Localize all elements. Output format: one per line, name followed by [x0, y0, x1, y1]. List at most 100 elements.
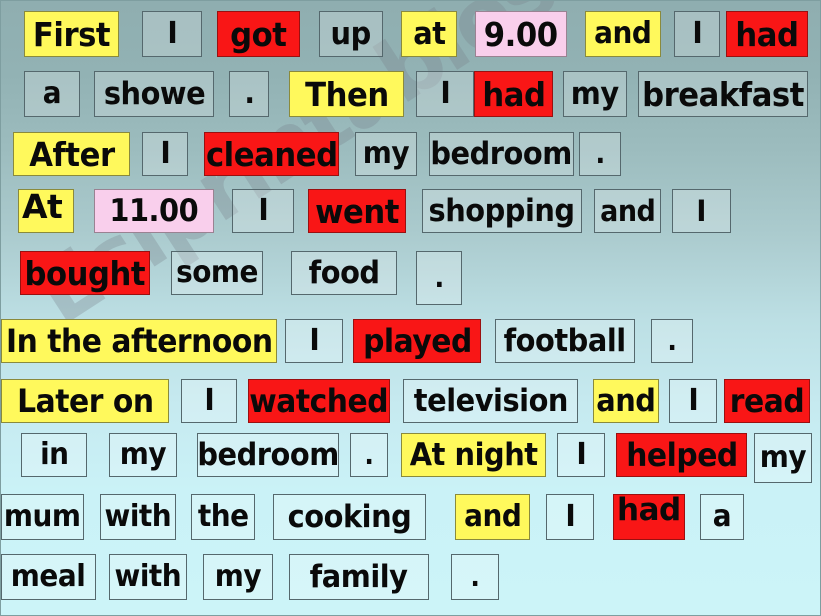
word-card[interactable]: I	[232, 189, 294, 233]
word-card[interactable]: and	[594, 189, 661, 233]
word-card-label: I	[576, 437, 586, 472]
word-card-label: a	[42, 76, 62, 111]
word-card[interactable]: breakfast	[638, 71, 808, 117]
word-card-label: watched	[249, 382, 389, 420]
word-card[interactable]: went	[308, 189, 406, 233]
word-card[interactable]: 11.00	[94, 189, 214, 233]
word-card-label: bedroom	[197, 436, 339, 473]
word-card[interactable]: got	[217, 11, 300, 57]
word-card-label: in	[39, 437, 69, 472]
word-card[interactable]: I	[285, 319, 343, 363]
word-card[interactable]: .	[451, 554, 499, 600]
word-card-label: .	[243, 76, 255, 111]
word-card[interactable]: and	[455, 494, 530, 540]
word-card-label: got	[230, 14, 287, 54]
word-card[interactable]: at	[401, 11, 457, 57]
word-card[interactable]: I	[546, 494, 594, 540]
word-card[interactable]: mum	[1, 494, 84, 540]
word-card-label: I	[204, 383, 214, 418]
word-card[interactable]: shopping	[422, 189, 582, 233]
word-card-label: and	[594, 16, 652, 51]
word-card[interactable]: my	[355, 132, 417, 176]
word-card-label: cooking	[287, 498, 412, 535]
word-card[interactable]: Later on	[1, 379, 169, 423]
word-card[interactable]: with	[109, 554, 187, 600]
word-card-label: and	[599, 193, 656, 228]
word-card-label: I	[160, 136, 170, 171]
word-card[interactable]: cooking	[273, 494, 426, 540]
word-card[interactable]: At night	[401, 433, 546, 477]
word-card-label: had	[735, 14, 799, 54]
word-card-label: family	[310, 558, 408, 595]
word-card[interactable]: with	[100, 494, 176, 540]
word-card-label: up	[330, 15, 372, 52]
word-card[interactable]: .	[350, 433, 388, 477]
word-card[interactable]: television	[403, 379, 578, 423]
word-card[interactable]: I	[142, 132, 188, 176]
word-card-label: football	[503, 322, 627, 359]
word-card[interactable]: my	[203, 554, 273, 600]
word-card[interactable]: bedroom	[197, 433, 339, 477]
word-card-label: my	[362, 136, 410, 171]
word-card[interactable]: my	[109, 433, 177, 477]
word-card[interactable]: my	[563, 71, 627, 117]
word-card[interactable]: I	[669, 379, 717, 423]
word-card[interactable]: and	[593, 379, 659, 423]
word-card-label: .	[364, 439, 374, 471]
word-card-label: Then	[304, 74, 389, 114]
word-card[interactable]: At	[18, 189, 74, 233]
word-card[interactable]: I	[672, 189, 731, 233]
word-card[interactable]: I	[142, 11, 202, 57]
word-card[interactable]: up	[319, 11, 383, 57]
word-card[interactable]: .	[651, 319, 693, 363]
word-card-label: went	[315, 191, 399, 231]
word-card[interactable]: I	[181, 379, 237, 423]
word-card[interactable]: bedroom	[429, 132, 574, 176]
word-card[interactable]: I	[557, 433, 605, 477]
word-card-label: shopping	[428, 192, 576, 229]
word-card[interactable]: had	[474, 71, 553, 117]
word-card[interactable]: After	[13, 132, 130, 176]
word-card[interactable]: First	[24, 11, 119, 57]
word-card[interactable]: and	[585, 11, 661, 57]
word-card[interactable]: meal	[1, 554, 96, 600]
word-card[interactable]: 9.00	[475, 11, 567, 57]
word-card[interactable]: my	[754, 433, 812, 483]
word-card[interactable]: watched	[248, 379, 390, 423]
word-card[interactable]: Then	[289, 71, 404, 117]
word-card-label: I	[167, 16, 177, 51]
word-card[interactable]: food	[291, 251, 397, 295]
word-card[interactable]: In the afternoon	[1, 319, 277, 363]
word-card-label: read	[729, 382, 805, 420]
word-card[interactable]: showe	[94, 71, 214, 117]
word-card[interactable]: helped	[616, 433, 747, 477]
word-card[interactable]: I	[674, 11, 720, 57]
word-card-label: .	[470, 561, 480, 593]
word-card[interactable]: bought	[20, 251, 150, 295]
word-card[interactable]: cleaned	[204, 132, 339, 176]
word-card-label: 9.00	[484, 14, 558, 54]
word-card[interactable]: a	[700, 494, 744, 540]
word-card[interactable]: some	[171, 251, 263, 295]
word-card[interactable]: had	[726, 11, 808, 57]
word-card[interactable]: .	[229, 71, 269, 117]
word-card-label: my	[214, 559, 262, 594]
word-card[interactable]: I	[416, 71, 474, 117]
word-card-label: mum	[4, 499, 81, 534]
word-card-label: breakfast	[642, 74, 804, 114]
word-card[interactable]: in	[21, 433, 87, 477]
word-card[interactable]: a	[24, 71, 80, 117]
word-card[interactable]: .	[416, 251, 462, 305]
word-card[interactable]: the	[191, 494, 255, 540]
word-card-label: a	[712, 499, 732, 534]
word-card[interactable]: .	[579, 132, 621, 176]
word-card[interactable]: football	[495, 319, 635, 363]
word-card[interactable]: family	[289, 554, 429, 600]
word-card[interactable]: played	[353, 319, 481, 363]
word-card-label: I	[692, 16, 702, 51]
word-card[interactable]: read	[724, 379, 810, 423]
word-card[interactable]: had	[613, 494, 685, 540]
word-card-label: I	[688, 383, 698, 418]
word-card-label: and	[463, 499, 522, 534]
word-card-label: At	[22, 187, 63, 226]
